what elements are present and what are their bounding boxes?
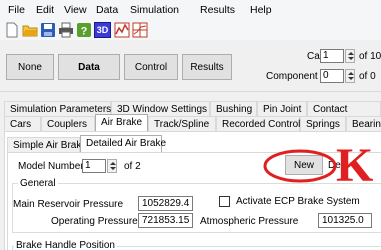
component-input[interactable]: 0 — [320, 69, 344, 83]
atmospheric-pressure-label: Atmospheric Pressure — [200, 216, 299, 227]
tab-couplers[interactable]: Couplers — [41, 116, 95, 131]
brake-handle-title: Brake Handle Position — [14, 240, 117, 250]
ecp-brake-label: Activate ECP Brake System — [236, 196, 360, 207]
tab-pin-joint[interactable]: Pin Joint — [257, 101, 307, 116]
tab-bearings[interactable]: Bearings — [346, 116, 381, 131]
menu-edit[interactable]: Edit — [36, 4, 54, 16]
component-of-text: of 0 — [359, 71, 376, 82]
highlight-circle-annotation — [263, 149, 337, 183]
ecp-brake-checkbox[interactable] — [219, 196, 230, 207]
component-label: Component — [266, 71, 318, 82]
menu-file[interactable]: File — [8, 4, 25, 16]
menu-view[interactable]: View — [64, 4, 87, 16]
toolbar: ? 3D — [0, 20, 381, 40]
svg-text:?: ? — [81, 26, 88, 38]
tab-contact[interactable]: Contact — [307, 101, 381, 116]
print-icon[interactable] — [58, 22, 74, 38]
car-spinner[interactable] — [345, 49, 355, 63]
car-of-text: of 10 — [359, 51, 381, 62]
operating-pressure-input[interactable]: 721853.15 — [138, 213, 193, 228]
atmospheric-pressure-input[interactable]: 101325.0 — [318, 213, 372, 228]
tab-track-spline[interactable]: Track/Spline — [148, 116, 216, 131]
main-reservoir-input[interactable]: 1052829.4 — [138, 196, 193, 211]
tab-springs[interactable]: Springs — [300, 116, 346, 131]
none-button[interactable]: None — [6, 54, 54, 80]
general-title: General — [18, 178, 58, 189]
tab-air-brake[interactable]: Air Brake — [95, 114, 148, 131]
subtab-simple-air-brake[interactable]: Simple Air Brake — [7, 137, 87, 152]
chart-icon[interactable] — [114, 22, 130, 38]
data-button[interactable]: Data — [58, 54, 120, 80]
model-number-spinner[interactable] — [107, 159, 117, 173]
menu-help[interactable]: Help — [250, 4, 272, 16]
main-reservoir-label: Main Reservoir Pressure — [13, 199, 124, 210]
menu-bar: File Edit View Data Simulation Results H… — [0, 0, 381, 20]
menu-data[interactable]: Data — [96, 4, 118, 16]
menu-results[interactable]: Results — [200, 4, 235, 16]
subtab-detailed-air-brake[interactable]: Detailed Air Brake — [80, 135, 166, 152]
new-file-icon[interactable] — [4, 22, 20, 38]
tab-cars[interactable]: Cars — [4, 116, 41, 131]
control-button[interactable]: Control — [124, 54, 178, 80]
component-spinner[interactable] — [345, 69, 355, 83]
save-icon[interactable] — [40, 22, 56, 38]
menu-simulation[interactable]: Simulation — [130, 4, 179, 16]
help-icon[interactable]: ? — [76, 22, 92, 38]
open-folder-icon[interactable] — [22, 22, 38, 38]
model-number-label: Model Number — [18, 161, 84, 172]
mode-panel: None Data Control Results Car 1 of 10 Co… — [0, 40, 381, 92]
model-number-input[interactable]: 1 — [82, 159, 106, 173]
operating-pressure-label: Operating Pressure — [51, 216, 138, 227]
car-input[interactable]: 1 — [320, 49, 344, 63]
model-number-of-text: of 2 — [124, 161, 141, 172]
tab-bushing[interactable]: Bushing — [210, 101, 257, 116]
tab-recorded-control[interactable]: Recorded Control — [216, 116, 300, 131]
3d-view-icon[interactable]: 3D — [94, 22, 111, 38]
results-button[interactable]: Results — [182, 54, 232, 80]
grid-chart-icon[interactable] — [132, 22, 148, 38]
